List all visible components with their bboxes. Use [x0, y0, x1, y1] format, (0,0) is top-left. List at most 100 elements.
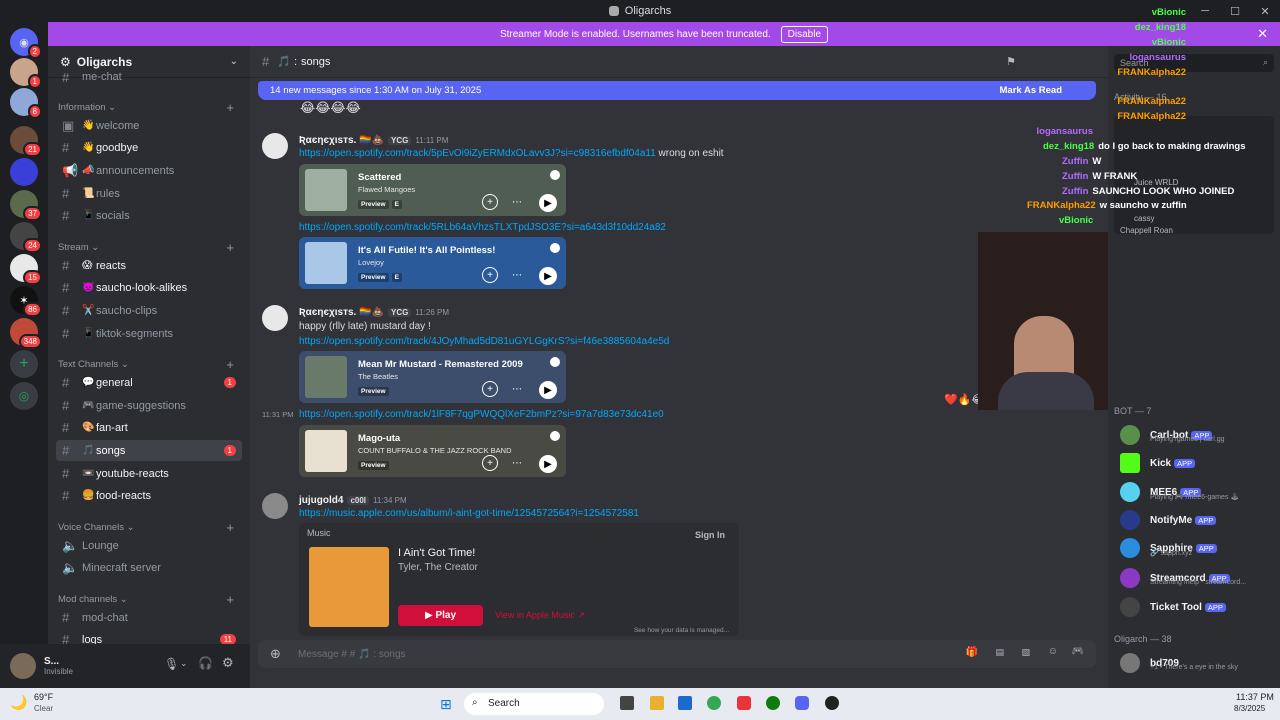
- add-icon[interactable]: +: [482, 455, 498, 471]
- play-button[interactable]: ▶: [539, 381, 557, 399]
- spotify-embed[interactable]: Mean Mr Mustard - Remastered 2009 The Be…: [299, 351, 566, 403]
- play-button[interactable]: ▶: [539, 194, 557, 212]
- add-icon[interactable]: +: [482, 194, 498, 210]
- category-mod-channels[interactable]: Mod channels ⌄ +: [58, 592, 240, 607]
- headphones-icon[interactable]: 🎧: [198, 656, 213, 670]
- close-icon[interactable]: ✕: [1257, 26, 1268, 42]
- minimize-button[interactable]: ─: [1190, 0, 1220, 22]
- chevron-down-icon[interactable]: ⌄: [180, 658, 188, 669]
- server-icon[interactable]: 21: [10, 126, 42, 157]
- channel-general[interactable]: # 💬 general 1: [56, 372, 242, 393]
- emoji-icon[interactable]: ☺: [1048, 646, 1058, 657]
- server-icon[interactable]: 24: [10, 222, 42, 253]
- channel-socials[interactable]: # 📱 socials: [56, 205, 242, 226]
- add-icon[interactable]: +: [482, 381, 498, 397]
- play-button[interactable]: ▶: [539, 455, 557, 473]
- windows-start-icon[interactable]: ⊞: [440, 696, 452, 713]
- message-link[interactable]: https://open.spotify.com/track/1lF8F7qgP…: [299, 409, 664, 420]
- channel-saucho-look-alikes[interactable]: # 👿 saucho-look-alikes: [56, 277, 242, 298]
- gear-icon[interactable]: ⚙: [222, 655, 234, 671]
- channel-saucho-clips[interactable]: # ✂️ saucho-clips: [56, 300, 242, 321]
- message-link[interactable]: https://open.spotify.com/track/4JOyMhad5…: [299, 336, 669, 347]
- add-icon[interactable]: +: [482, 267, 498, 283]
- music-app-icon[interactable]: [737, 696, 751, 710]
- new-messages-bar[interactable]: 14 new messages since 1:30 AM on July 31…: [258, 81, 1096, 100]
- message-author[interactable]: jujugold4 c00l 11:34 PM: [299, 495, 407, 506]
- more-icon[interactable]: ⋯: [509, 267, 525, 283]
- avatar[interactable]: [262, 493, 288, 519]
- channel-rules[interactable]: # 📜 rules: [56, 183, 242, 204]
- member-carl-bot[interactable]: Carl-bot APP Playing /games | carl.gg: [1120, 424, 1270, 446]
- server-icon[interactable]: 8: [10, 88, 42, 119]
- server-icon[interactable]: ✶ 86: [10, 286, 42, 317]
- channel-tiktok-segments[interactable]: # 📱 tiktok-segments: [56, 323, 242, 344]
- member-ticket-tool[interactable]: Ticket Tool APP: [1120, 596, 1270, 618]
- store-icon[interactable]: [678, 696, 692, 710]
- message-link[interactable]: https://open.spotify.com/track/5RLb64aVh…: [299, 222, 666, 233]
- view-in-apple-music-link[interactable]: View in Apple Music ↗: [495, 610, 585, 621]
- threads-icon[interactable]: ⚑: [1006, 55, 1016, 68]
- category-voice-channels[interactable]: Voice Channels ⌄ +: [58, 520, 240, 535]
- discover-icon[interactable]: ◎: [10, 382, 38, 410]
- disable-button[interactable]: Disable: [780, 25, 829, 43]
- add-server-icon[interactable]: +: [10, 350, 38, 378]
- gif-icon[interactable]: ▤: [995, 647, 1004, 658]
- channel-welcome[interactable]: ▣ 👋 welcome: [56, 115, 242, 136]
- server-icon[interactable]: 348: [10, 318, 42, 349]
- member-mee6[interactable]: MEE6 APP Playing 🎮 /mee6-games 🕹: [1120, 481, 1270, 503]
- clock-time[interactable]: 11:37 PM: [1236, 692, 1274, 702]
- member-notifyme[interactable]: NotifyMe APP: [1120, 509, 1270, 531]
- message-input[interactable]: Message # # 🎵 : songs: [298, 649, 406, 660]
- server-icon[interactable]: 1: [10, 58, 42, 89]
- server-icon[interactable]: 15: [10, 254, 42, 285]
- clock-date[interactable]: 8/3/2025: [1234, 704, 1265, 713]
- weather-desc[interactable]: Clear: [34, 704, 53, 713]
- category-text-channels[interactable]: Text Channels ⌄ +: [58, 357, 240, 372]
- add-channel-icon[interactable]: +: [226, 100, 234, 115]
- games-icon[interactable]: 🎮: [1072, 646, 1084, 657]
- channel-mod-chat[interactable]: # mod-chat: [56, 607, 242, 628]
- weather-temp[interactable]: 69°F: [34, 692, 53, 702]
- play-button[interactable]: ▶: [539, 267, 557, 285]
- voice-channel-lounge[interactable]: 🔈 Lounge: [56, 535, 242, 556]
- play-button[interactable]: ▶ Play: [398, 605, 483, 626]
- taskbar-search[interactable]: ⌕ Search: [464, 693, 604, 715]
- sign-in-button[interactable]: Sign In: [695, 530, 725, 540]
- microphone-icon[interactable]: 🎙: [164, 657, 179, 671]
- obs-icon[interactable]: [825, 696, 839, 710]
- voice-channel-minecraft[interactable]: 🔈 Minecraft server: [56, 557, 242, 578]
- channel-youtube-reacts[interactable]: # 📼 youtube-reacts: [56, 463, 242, 484]
- member-streamcord[interactable]: Streamcord APP Streaming /help - streamcor…: [1120, 567, 1270, 589]
- spotify-embed[interactable]: It's All Futile! It's All Pointless! Lov…: [299, 237, 566, 289]
- category-stream[interactable]: Stream ⌄ +: [58, 240, 240, 255]
- spotify-embed[interactable]: Scattered Flawed Mangoes Preview E + ⋯ ▶: [299, 164, 566, 216]
- avatar[interactable]: [262, 133, 288, 159]
- discord-icon[interactable]: [795, 696, 809, 710]
- message-link[interactable]: https://open.spotify.com/track/5pEvOi9iZ…: [299, 148, 724, 159]
- message-link[interactable]: https://music.apple.com/us/album/i-aint-…: [299, 508, 639, 519]
- channel-game-suggestions[interactable]: # 🎮 game-suggestions: [56, 395, 242, 416]
- message-composer[interactable]: ⊕ Message # # 🎵 : songs 🎁 ▤ ▧ ☺ 🎮: [258, 640, 1096, 668]
- message-author[interactable]: Ʀαєηєχιѕтѕ. 🏳️‍🌈💩 YCG 11:11 PM: [299, 135, 448, 146]
- spotify-embed[interactable]: Mago-uta COUNT BUFFALO & THE JAZZ ROCK B…: [299, 425, 566, 477]
- channel-reacts[interactable]: # 😱 reacts: [56, 255, 242, 276]
- member-sapphire[interactable]: Sapphire APP 🔗 sapph.xyz: [1120, 537, 1270, 559]
- more-icon[interactable]: ⋯: [509, 381, 525, 397]
- member-kick[interactable]: Kick APP: [1120, 452, 1270, 474]
- server-icon[interactable]: [10, 158, 38, 186]
- discord-home-icon[interactable]: ◉ 2: [10, 28, 42, 59]
- sticker-icon[interactable]: ▧: [1021, 647, 1030, 658]
- channel-goodbye[interactable]: # 👋 goodbye: [56, 137, 242, 158]
- channel-food-reacts[interactable]: # 🍔 food-reacts: [56, 485, 242, 506]
- chrome-icon[interactable]: [707, 696, 721, 710]
- maximize-button[interactable]: ☐: [1220, 0, 1250, 22]
- xbox-icon[interactable]: [766, 696, 780, 710]
- message-author[interactable]: Ʀαєηєχιѕтѕ. 🏳️‍🌈💩 YCG 11:26 PM: [299, 307, 449, 318]
- server-icon[interactable]: 37: [10, 190, 42, 221]
- data-notice[interactable]: See how your data is managed...: [634, 627, 729, 634]
- file-explorer-icon[interactable]: [650, 696, 664, 710]
- channel-songs[interactable]: # 🎵 songs 1: [56, 440, 242, 461]
- add-attachment-icon[interactable]: ⊕: [270, 646, 281, 662]
- more-icon[interactable]: ⋯: [509, 194, 525, 210]
- avatar[interactable]: [262, 305, 288, 331]
